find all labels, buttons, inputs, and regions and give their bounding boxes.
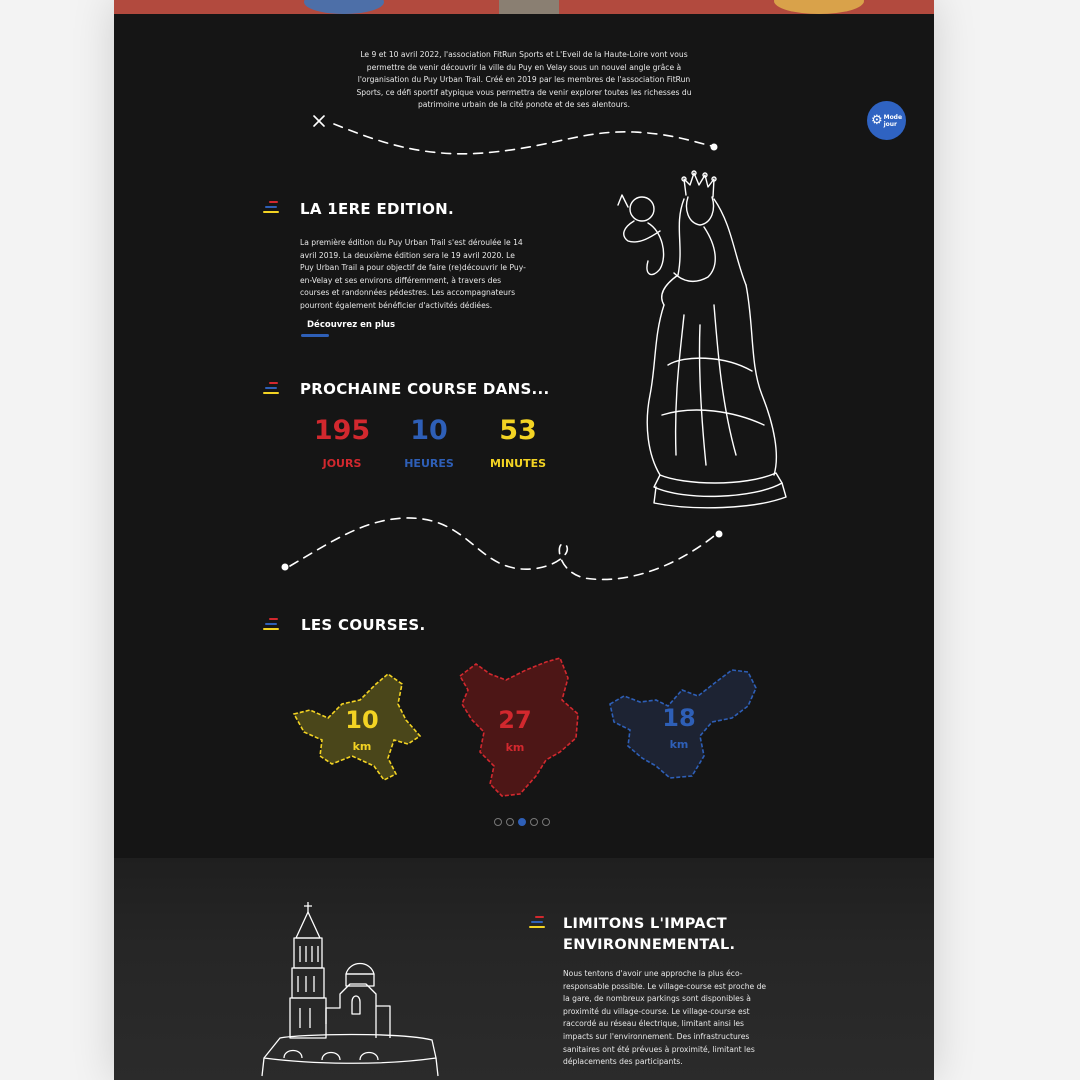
carousel-dot[interactable] bbox=[530, 818, 538, 826]
intro-text: Le 9 et 10 avril 2022, l'association Fit… bbox=[356, 50, 692, 110]
countdown-minutes-label: MINUTES bbox=[489, 457, 547, 470]
course-unit: km bbox=[352, 740, 372, 753]
environment-section: LIMITONS L'IMPACT ENVIRONNEMENTAL. Nous … bbox=[114, 858, 934, 1080]
section-marker-icon bbox=[263, 201, 279, 214]
carousel-dot[interactable] bbox=[542, 818, 550, 826]
page: Le 9 et 10 avril 2022, l'association Fit… bbox=[114, 0, 934, 1080]
countdown-minutes-value: 53 bbox=[499, 415, 537, 446]
course-card-27km[interactable]: 27 km bbox=[450, 656, 584, 798]
section-title-courses: LES COURSES. bbox=[301, 616, 426, 634]
course-distance: 27 bbox=[498, 706, 532, 734]
course-unit: km bbox=[505, 741, 525, 754]
carousel-dot-active[interactable] bbox=[518, 818, 526, 826]
environment-text: Nous tentons d'avoir une approche la plu… bbox=[563, 969, 767, 1067]
carousel-dot[interactable] bbox=[494, 818, 502, 826]
section-title-countdown: PROCHAINE COURSE DANS... bbox=[300, 380, 550, 398]
discover-more-link[interactable]: Découvrez en plus bbox=[307, 320, 395, 330]
countdown-minutes: 53 MINUTES bbox=[478, 415, 558, 470]
section-marker-icon bbox=[529, 916, 545, 929]
hero-image-strip bbox=[114, 0, 934, 14]
mode-toggle-button[interactable]: ⚙ Mode jour bbox=[867, 101, 906, 140]
countdown-days-value: 195 bbox=[313, 415, 371, 446]
section-marker-icon bbox=[263, 382, 279, 395]
link-underline bbox=[301, 334, 329, 337]
countdown-days: 195 JOURS bbox=[302, 415, 382, 470]
section-title-environment: LIMITONS L'IMPACT ENVIRONNEMENTAL. bbox=[563, 916, 736, 953]
carousel-pagination bbox=[494, 818, 550, 826]
section-marker-icon bbox=[263, 618, 279, 631]
course-distance: 10 bbox=[345, 706, 379, 734]
course-card-18km[interactable]: 18 km bbox=[608, 666, 760, 782]
church-illustration bbox=[261, 902, 439, 1077]
course-unit: km bbox=[669, 738, 689, 751]
countdown-hours-value: 10 bbox=[410, 415, 448, 446]
countdown-days-label: JOURS bbox=[322, 457, 362, 470]
section-title-edition: LA 1ERE EDITION. bbox=[300, 200, 454, 218]
countdown-hours: 10 HEURES bbox=[389, 415, 469, 470]
carousel-dot[interactable] bbox=[506, 818, 514, 826]
mode-toggle-label: Mode jour bbox=[883, 113, 903, 128]
course-card-10km[interactable]: 10 km bbox=[290, 670, 424, 786]
countdown-hours-label: HEURES bbox=[404, 457, 454, 470]
course-distance: 18 bbox=[662, 704, 696, 732]
gear-icon: ⚙ bbox=[870, 113, 883, 128]
edition-text: La première édition du Puy Urban Trail s… bbox=[300, 238, 526, 310]
virgin-statue-illustration bbox=[617, 170, 787, 509]
